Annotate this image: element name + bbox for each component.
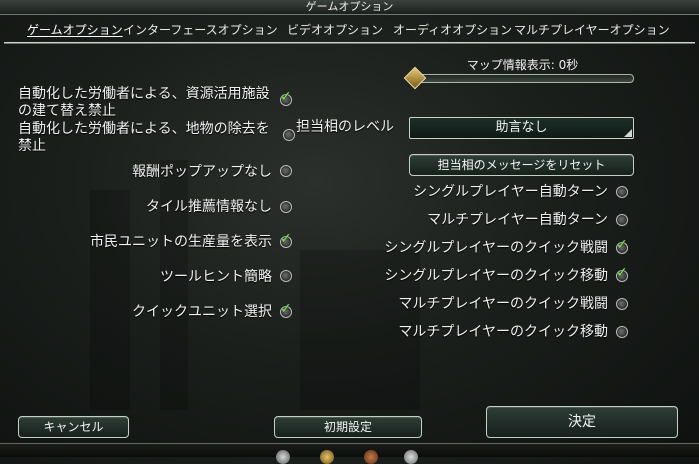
checkbox-no-reward-popup[interactable] <box>280 165 292 177</box>
tab-audio-options[interactable]: オーディオオプション <box>393 18 512 42</box>
option-label-no-tile-recommend: タイル推薦情報なし <box>146 199 272 215</box>
checkbox-simple-tooltips[interactable] <box>280 270 292 282</box>
checkbox-quick-unit-select[interactable]: ✓ <box>280 302 292 318</box>
orb-icon <box>320 450 334 464</box>
orb-icon <box>364 450 378 464</box>
option-label-sp-auto-turn: シングルプレイヤー自動ターン <box>413 184 608 200</box>
background-silhouette <box>90 190 130 410</box>
ok-button[interactable]: 決定 <box>486 406 678 438</box>
checkbox-show-yield[interactable]: ✓ <box>280 232 292 248</box>
checkbox-mp-quick-combat[interactable] <box>616 298 628 310</box>
advisor-level-label: 担当相のレベル <box>296 119 394 135</box>
checkmark-icon: ✓ <box>280 89 292 105</box>
tab-interface-options[interactable]: インターフェースオプション <box>123 18 278 42</box>
option-label-mp-auto-turn: マルチプレイヤー自動ターン <box>427 212 608 228</box>
bottom-frame <box>0 443 699 457</box>
option-label-show-yield: 市民ユニットの生産量を表示 <box>90 234 272 250</box>
checkbox-mp-quick-move[interactable] <box>616 326 628 338</box>
checkmark-icon: ✓ <box>280 301 292 317</box>
option-label-no-reward-popup: 報酬ポップアップなし <box>132 164 272 180</box>
checkbox-no-rebuild[interactable]: ✓ <box>280 90 292 106</box>
dropdown-arrow-icon <box>624 129 632 137</box>
orb-icon <box>276 450 290 464</box>
map-info-slider[interactable] <box>413 74 634 83</box>
option-label-mp-quick-move: マルチプレイヤーのクイック移動 <box>398 324 608 340</box>
option-label-sp-quick-move: シングルプレイヤーのクイック移動 <box>384 268 608 284</box>
checkbox-mp-auto-turn[interactable] <box>616 214 628 226</box>
option-label-no-rebuild: 自動化した労働者による、資源活用施設の建て替え禁止 <box>18 86 270 119</box>
checkbox-sp-quick-move[interactable]: ✓ <box>616 266 628 282</box>
map-info-label: マップ情報表示: 0秒 <box>466 58 579 72</box>
advisor-level-select[interactable]: 助言なし <box>409 117 634 139</box>
option-label-quick-unit-select: クイックユニット選択 <box>132 304 272 320</box>
advisor-level-value: 助言なし <box>495 120 548 135</box>
option-label-sp-quick-combat: シングルプレイヤーのクイック戦闘 <box>384 240 608 256</box>
tab-bar: ゲームオプション インターフェースオプション ビデオオプション オーディオオプシ… <box>0 18 699 42</box>
checkbox-sp-auto-turn[interactable] <box>616 186 628 198</box>
reset-advisor-messages-button[interactable]: 担当相のメッセージをリセット <box>409 154 634 176</box>
defaults-button[interactable]: 初期設定 <box>274 416 422 438</box>
orb-icon <box>404 450 418 464</box>
checkmark-icon: ✓ <box>280 231 292 247</box>
cancel-button[interactable]: キャンセル <box>18 416 129 438</box>
checkmark-icon: ✓ <box>616 265 628 281</box>
option-label-mp-quick-combat: マルチプレイヤーのクイック戦闘 <box>398 296 608 312</box>
tab-divider <box>4 42 695 43</box>
checkbox-no-tile-recommend[interactable] <box>280 201 292 213</box>
checkmark-icon: ✓ <box>616 237 628 253</box>
checkbox-no-feature-removal[interactable] <box>283 129 295 141</box>
tab-game-options[interactable]: ゲームオプション <box>27 18 123 42</box>
option-label-simple-tooltips: ツールヒント簡略 <box>160 269 272 285</box>
tab-video-options[interactable]: ビデオオプション <box>287 18 383 42</box>
option-label-no-feature-removal: 自動化した労働者による、地物の除去を禁止 <box>18 121 270 154</box>
tab-multiplayer-options[interactable]: マルチプレイヤーオプション <box>514 18 670 42</box>
window-title: ゲームオプション <box>0 0 699 15</box>
checkbox-sp-quick-combat[interactable]: ✓ <box>616 238 628 254</box>
